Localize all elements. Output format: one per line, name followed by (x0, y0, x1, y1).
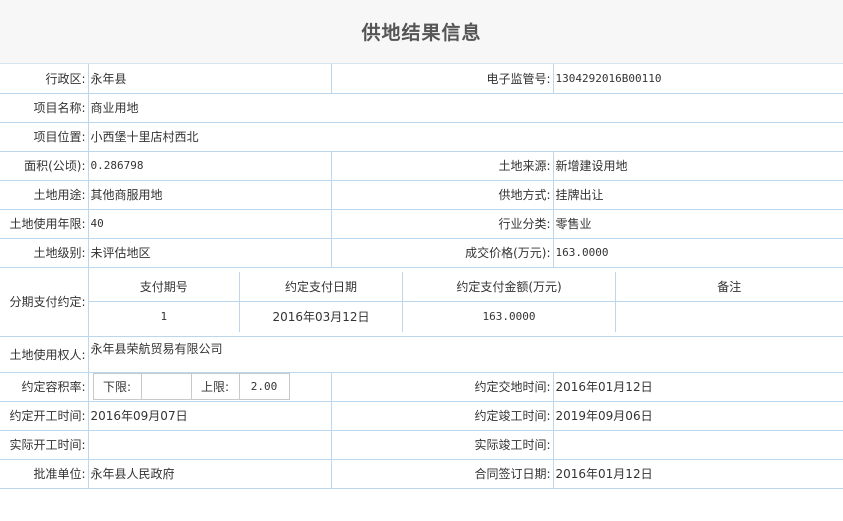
supply-method-value: 挂牌出让 (553, 180, 843, 210)
use-years-label: 土地使用年限: (0, 209, 89, 239)
installment-period: 1 (88, 301, 240, 332)
installment-remark (615, 301, 842, 332)
installment-date: 2016年03月12日 (239, 301, 403, 332)
far-cell: 下限: 上限: 2.00 (88, 372, 332, 402)
district-value: 永年县 (88, 64, 332, 94)
supervision-label: 电子监管号: (331, 64, 554, 94)
project-location-value: 小西堡十里店村西北 (88, 122, 843, 152)
installment-header-row: 支付期号 约定支付日期 约定支付金额(万元) 备注 (88, 271, 842, 302)
land-info-table: 行政区: 永年县 电子监管号: 1304292016B00110 项目名称: 商… (0, 64, 843, 489)
land-source-value: 新增建设用地 (553, 151, 843, 181)
supply-method-label: 供地方式: (331, 180, 554, 210)
holder-label: 土地使用权人: (0, 336, 89, 373)
district-label: 行政区: (0, 64, 89, 94)
land-level-label: 土地级别: (0, 238, 89, 268)
industry-value: 零售业 (553, 209, 843, 239)
area-label: 面积(公顷): (0, 151, 89, 181)
installment-header-period: 支付期号 (88, 271, 240, 302)
holder-value: 永年县荣航贸易有限公司 (88, 336, 843, 373)
actual-complete-value (553, 430, 843, 460)
far-lower-value (140, 373, 192, 400)
installment-cell: 支付期号 约定支付日期 约定支付金额(万元) 备注 1 2016年03月12日 … (88, 267, 843, 337)
page-title: 供地结果信息 (361, 22, 482, 44)
row-start: 约定开工时间: 2016年09月07日 约定竣工时间: 2019年09月06日 (0, 401, 843, 431)
row-district: 行政区: 永年县 电子监管号: 1304292016B00110 (0, 64, 843, 94)
handover-value: 2016年01月12日 (553, 372, 843, 402)
land-use-label: 土地用途: (0, 180, 89, 210)
row-land-use: 土地用途: 其他商服用地 供地方式: 挂牌出让 (0, 180, 843, 210)
page-header: 供地结果信息 (0, 0, 843, 64)
approver-value: 永年县人民政府 (88, 459, 332, 489)
row-approver: 批准单位: 永年县人民政府 合同签订日期: 2016年01月12日 (0, 459, 843, 489)
row-far: 约定容积率: 下限: 上限: 2.00 约定交地时间: 2016年01月12日 (0, 372, 843, 402)
actual-start-value (88, 430, 332, 460)
far-label: 约定容积率: (0, 372, 89, 402)
project-name-label: 项目名称: (0, 93, 89, 123)
supervision-value: 1304292016B00110 (553, 64, 843, 94)
actual-start-label: 实际开工时间: (0, 430, 89, 460)
installment-amount: 163.0000 (402, 301, 616, 332)
land-use-value: 其他商服用地 (88, 180, 332, 210)
installment-header-remark: 备注 (615, 271, 842, 302)
row-installments: 分期支付约定: 支付期号 约定支付日期 约定支付金额(万元) 备注 1 2016… (0, 267, 843, 337)
land-source-label: 土地来源: (331, 151, 554, 181)
contract-value: 2016年01月12日 (553, 459, 843, 489)
complete-value: 2019年09月06日 (553, 401, 843, 431)
start-value: 2016年09月07日 (88, 401, 332, 431)
price-value: 163.0000 (553, 238, 843, 268)
project-name-value: 商业用地 (88, 93, 843, 123)
installment-row: 1 2016年03月12日 163.0000 (88, 301, 842, 332)
installment-table: 支付期号 约定支付日期 约定支付金额(万元) 备注 1 2016年03月12日 … (88, 271, 842, 332)
row-use-years: 土地使用年限: 40 行业分类: 零售业 (0, 209, 843, 239)
far-range-table: 下限: 上限: 2.00 (92, 373, 290, 400)
installment-header-date: 约定支付日期 (239, 271, 403, 302)
area-value: 0.286798 (88, 151, 332, 181)
row-actual: 实际开工时间: 实际竣工时间: (0, 430, 843, 460)
row-area: 面积(公顷): 0.286798 土地来源: 新增建设用地 (0, 151, 843, 181)
row-holder: 土地使用权人: 永年县荣航贸易有限公司 (0, 336, 843, 373)
far-upper-value: 2.00 (238, 373, 290, 400)
far-lower-label: 下限: (92, 373, 142, 400)
project-location-label: 项目位置: (0, 122, 89, 152)
approver-label: 批准单位: (0, 459, 89, 489)
row-project-location: 项目位置: 小西堡十里店村西北 (0, 122, 843, 152)
installment-header-amount: 约定支付金额(万元) (402, 271, 616, 302)
contract-label: 合同签订日期: (331, 459, 554, 489)
row-project-name: 项目名称: 商业用地 (0, 93, 843, 123)
start-label: 约定开工时间: (0, 401, 89, 431)
land-level-value: 未评估地区 (88, 238, 332, 268)
industry-label: 行业分类: (331, 209, 554, 239)
complete-label: 约定竣工时间: (331, 401, 554, 431)
use-years-value: 40 (88, 209, 332, 239)
price-label: 成交价格(万元): (331, 238, 554, 268)
far-upper-label: 上限: (190, 373, 240, 400)
actual-complete-label: 实际竣工时间: (331, 430, 554, 460)
row-land-level: 土地级别: 未评估地区 成交价格(万元): 163.0000 (0, 238, 843, 268)
installment-label: 分期支付约定: (0, 267, 89, 337)
handover-label: 约定交地时间: (331, 372, 554, 402)
